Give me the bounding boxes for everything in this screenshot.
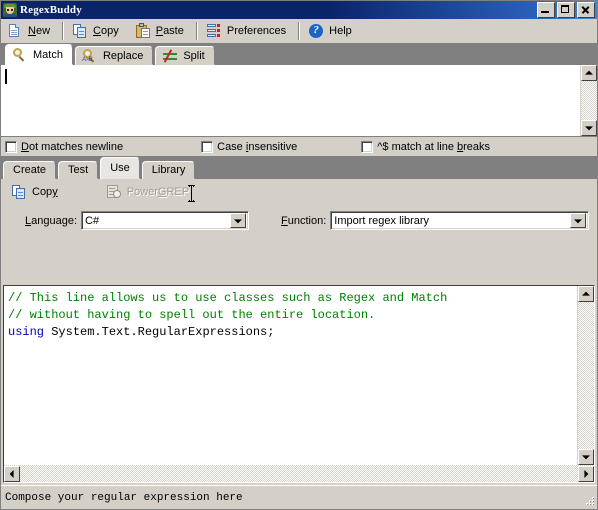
code-body: // This line allows us to use classes su… bbox=[4, 286, 594, 465]
magnifier-icon bbox=[12, 47, 28, 63]
use-powergrep-button[interactable]: PowerGREP bbox=[100, 184, 199, 200]
language-label: Language: bbox=[25, 214, 78, 227]
regexbuddy-window: RegexBuddy New Copy Paste Preferences ? … bbox=[0, 0, 598, 510]
checkbox-box[interactable] bbox=[201, 140, 214, 153]
toolbar-paste-button[interactable]: Paste bbox=[129, 20, 194, 42]
main-toolbar: New Copy Paste Preferences ? Help bbox=[1, 19, 597, 44]
checkbox-dot-matches-newline[interactable]: Dot matches newline bbox=[5, 140, 124, 153]
tab-use[interactable]: Use bbox=[100, 157, 140, 179]
tab-library[interactable]: Library bbox=[141, 161, 196, 179]
code-comment-line-1: // This line allows us to use classes su… bbox=[8, 291, 448, 305]
regex-input[interactable] bbox=[1, 65, 580, 136]
code-horizontal-scrollbar[interactable] bbox=[4, 465, 594, 482]
tab-test[interactable]: Test bbox=[58, 161, 99, 179]
toolbar-preferences-button[interactable]: Preferences bbox=[200, 20, 296, 42]
preferences-icon bbox=[206, 23, 222, 39]
scroll-up-button[interactable] bbox=[578, 286, 594, 302]
maximize-button[interactable] bbox=[557, 2, 575, 18]
minimize-button[interactable] bbox=[537, 2, 555, 18]
use-actions-row: Copy PowerGREP bbox=[1, 179, 597, 203]
resize-grip[interactable] bbox=[582, 494, 596, 508]
magnifier-replace-icon: A>B bbox=[82, 48, 98, 64]
help-icon: ? bbox=[308, 23, 324, 39]
checkbox-anchors-match-line-breaks-label: ^$ match at line breaks bbox=[377, 140, 491, 153]
window-title: RegexBuddy bbox=[20, 4, 82, 16]
tab-replace-label: Replace bbox=[102, 49, 144, 62]
toolbar-preferences-label: Preferences bbox=[226, 25, 287, 37]
tab-split-label: Split bbox=[183, 49, 205, 62]
toolbar-copy-button[interactable]: Copy bbox=[66, 20, 129, 42]
close-button[interactable] bbox=[577, 2, 595, 18]
use-powergrep-label: PowerGREP bbox=[126, 186, 190, 198]
checkbox-case-insensitive-label: Case insensitive bbox=[217, 140, 298, 153]
toolbar-paste-label: Paste bbox=[155, 25, 184, 37]
use-copy-label: Copy bbox=[32, 186, 58, 198]
function-value: Import regex library bbox=[334, 214, 430, 227]
language-value: C# bbox=[85, 214, 100, 227]
toolbar-copy-label: Copy bbox=[93, 25, 119, 37]
regex-vertical-scrollbar[interactable] bbox=[580, 65, 597, 136]
title-bar: RegexBuddy bbox=[1, 1, 597, 19]
powergrep-icon bbox=[106, 184, 122, 200]
toolbar-help-label: Help bbox=[329, 25, 352, 37]
scroll-up-button[interactable] bbox=[581, 65, 597, 81]
checkbox-dot-matches-newline-label: Dot matches newline bbox=[21, 140, 124, 153]
checkbox-box[interactable] bbox=[5, 140, 17, 153]
use-fields-row: Language: C# Function: Import regex libr… bbox=[1, 211, 597, 230]
scroll-right-button[interactable] bbox=[578, 465, 594, 482]
scroll-down-button[interactable] bbox=[581, 120, 597, 136]
tab-match-label: Match bbox=[33, 48, 63, 61]
generated-code-text[interactable]: // This line allows us to use classes su… bbox=[4, 286, 577, 465]
toolbar-new-label: New bbox=[28, 25, 51, 37]
toolbar-new-button[interactable]: New bbox=[1, 20, 60, 42]
scroll-left-button[interactable] bbox=[4, 465, 20, 482]
code-vertical-scrollbar[interactable] bbox=[577, 286, 594, 465]
copy-icon bbox=[11, 184, 27, 200]
text-caret bbox=[5, 69, 7, 84]
tab-replace[interactable]: A>B Replace bbox=[74, 46, 154, 65]
toolbar-separator bbox=[62, 22, 65, 40]
toolbar-help-button[interactable]: ? Help bbox=[302, 20, 362, 42]
chevron-down-icon[interactable] bbox=[570, 213, 586, 228]
use-panel: Copy PowerGREP Language: C# Function: Im… bbox=[1, 179, 597, 251]
regex-editor-pane bbox=[1, 65, 597, 202]
checkbox-box[interactable] bbox=[361, 140, 374, 153]
regex-options-row: Dot matches newline Case insensitive ^$ … bbox=[1, 137, 597, 157]
code-keyword-using: using bbox=[8, 325, 45, 339]
new-document-icon bbox=[7, 23, 23, 39]
status-bar: Compose your regular expression here bbox=[1, 485, 597, 509]
checkbox-anchors-match-line-breaks[interactable]: ^$ match at line breaks bbox=[361, 140, 491, 153]
window-controls bbox=[537, 2, 595, 18]
code-statement-rest: System.Text.RegularExpressions; bbox=[44, 325, 275, 339]
chevron-down-icon[interactable] bbox=[230, 213, 247, 228]
bottom-tab-strip: Create Test Use Library bbox=[1, 157, 597, 179]
toolbar-separator bbox=[195, 22, 198, 40]
tab-create[interactable]: Create bbox=[3, 161, 57, 179]
scroll-down-button[interactable] bbox=[578, 449, 594, 465]
regexbuddy-app-icon bbox=[3, 3, 17, 17]
toolbar-separator bbox=[298, 22, 301, 40]
paste-icon bbox=[135, 23, 151, 39]
function-label: Function: bbox=[281, 214, 327, 227]
function-combobox[interactable]: Import regex library bbox=[330, 211, 589, 230]
tab-match[interactable]: Match bbox=[5, 44, 73, 65]
language-combobox[interactable]: C# bbox=[81, 211, 250, 230]
top-tab-strip: Match A>B Replace Split bbox=[1, 44, 597, 65]
split-icon bbox=[162, 48, 178, 64]
copy-icon bbox=[72, 23, 88, 39]
status-bar-text: Compose your regular expression here bbox=[5, 491, 243, 504]
tab-split[interactable]: Split bbox=[155, 46, 215, 65]
checkbox-case-insensitive[interactable]: Case insensitive bbox=[201, 140, 298, 153]
generated-code-pane: // This line allows us to use classes su… bbox=[3, 285, 595, 483]
use-copy-button[interactable]: Copy bbox=[5, 184, 68, 200]
code-comment-line-2: // without having to spell out the entir… bbox=[8, 308, 376, 322]
